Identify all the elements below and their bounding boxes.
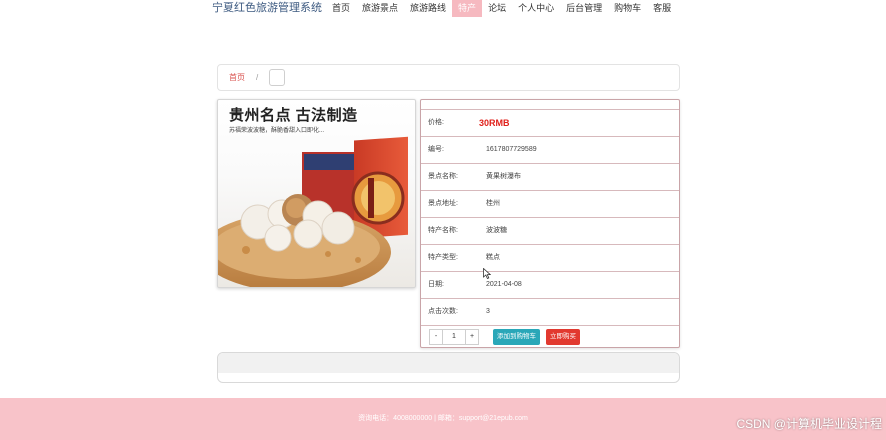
breadcrumb-home-link[interactable]: 首页	[229, 65, 245, 90]
info-label: 编号:	[428, 146, 444, 153]
nav-item-specialties[interactable]: 特产	[452, 0, 483, 17]
nav-item-routes[interactable]: 旅游路线	[404, 0, 452, 17]
info-value: 桂州	[486, 200, 500, 207]
info-row-date: 日期: 2021-04-08	[421, 271, 679, 298]
info-label: 点击次数:	[428, 308, 458, 315]
purchase-actions: - 1 + 添加到购物车 立即购买	[421, 325, 679, 347]
info-row-id: 编号: 1617807729589	[421, 136, 679, 163]
nav-item-home[interactable]: 首页	[326, 0, 356, 17]
add-to-cart-button[interactable]: 添加到购物车	[493, 329, 540, 345]
image-subline: 苏福荣波波糖，酥脆香甜入口即化...	[229, 128, 325, 134]
top-navbar: 宁夏红色旅游管理系统 首页 旅游景点 旅游路线 特产 论坛 个人中心 后台管理 …	[0, 0, 886, 17]
detail-panel-header	[218, 353, 679, 373]
watermark: CSDN @计算机毕业设计程	[736, 417, 882, 431]
info-label: 价格:	[428, 119, 444, 126]
nav-item-service[interactable]: 客服	[647, 0, 677, 17]
info-row-specialty-name: 特产名称: 波波糖	[421, 217, 679, 244]
nav-item-cart[interactable]: 购物车	[608, 0, 647, 17]
info-label: 特产类型:	[428, 254, 458, 261]
info-value: 2021-04-08	[486, 281, 522, 288]
nav-item-attractions[interactable]: 旅游景点	[356, 0, 404, 17]
info-label: 景点地址:	[428, 200, 458, 207]
product-detail-panel	[217, 352, 680, 383]
info-value: 1617807729589	[486, 146, 537, 153]
nav-item-profile[interactable]: 个人中心	[512, 0, 560, 17]
info-row-specialty-type: 特产类型: 糕点	[421, 244, 679, 271]
site-title[interactable]: 宁夏红色旅游管理系统	[212, 0, 322, 17]
buy-now-button[interactable]: 立即购买	[546, 329, 580, 345]
info-row-click-count: 点击次数: 3	[421, 298, 679, 325]
quantity-increase-button[interactable]: +	[465, 329, 479, 345]
info-label: 景点名称:	[428, 173, 458, 180]
info-label: 日期:	[428, 281, 444, 288]
product-info-table: 价格: 30RMB 编号: 1617807729589 景点名称: 黄果树瀑布 …	[420, 99, 680, 348]
breadcrumb-current	[269, 69, 285, 86]
quantity-decrease-button[interactable]: -	[429, 329, 443, 345]
price-value: 30RMB	[479, 118, 510, 128]
nav-item-forum[interactable]: 论坛	[482, 0, 512, 17]
product-image: 贵州名点 古法制造 苏福荣波波糖，酥脆香甜入口即化...	[217, 99, 416, 288]
nav-item-admin[interactable]: 后台管理	[560, 0, 608, 17]
image-headline: 贵州名点 古法制造	[229, 107, 358, 124]
info-label: 特产名称:	[428, 227, 458, 234]
info-row-price: 价格: 30RMB	[421, 109, 679, 136]
info-row-attraction-name: 景点名称: 黄果树瀑布	[421, 163, 679, 190]
main-nav: 首页 旅游景点 旅游路线 特产 论坛 个人中心 后台管理 购物车 客服	[326, 0, 677, 17]
info-value: 波波糖	[486, 227, 507, 234]
quantity-stepper: - 1 +	[429, 329, 479, 345]
breadcrumb: 首页 /	[217, 64, 680, 91]
quantity-input[interactable]: 1	[443, 329, 465, 345]
info-value: 3	[486, 308, 490, 315]
mouse-cursor-icon	[483, 268, 491, 279]
info-value: 黄果树瀑布	[486, 173, 521, 180]
info-row-attraction-address: 景点地址: 桂州	[421, 190, 679, 217]
breadcrumb-separator: /	[256, 73, 259, 82]
